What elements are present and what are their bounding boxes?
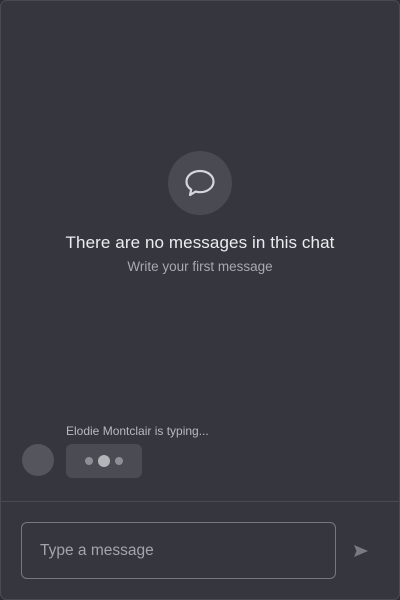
- chat-window: There are no messages in this chat Write…: [0, 0, 400, 600]
- chat-bubble-icon: [168, 151, 232, 215]
- send-button[interactable]: [346, 538, 376, 564]
- typing-dot: [85, 457, 93, 465]
- avatar: [22, 444, 54, 476]
- typing-dot: [115, 457, 123, 465]
- chat-bubble-icon-glyph: [185, 169, 215, 197]
- empty-state-subtitle: Write your first message: [127, 259, 273, 274]
- send-icon: [354, 545, 368, 557]
- messages-area: There are no messages in this chat Write…: [1, 1, 399, 501]
- empty-state: There are no messages in this chat Write…: [1, 151, 399, 274]
- empty-state-title: There are no messages in this chat: [65, 233, 335, 252]
- typing-dot: [98, 455, 110, 467]
- message-composer: [1, 502, 399, 599]
- typing-indicator: Elodie Montclair is typing...: [22, 423, 382, 483]
- typing-bubble: [66, 444, 142, 478]
- message-input[interactable]: [21, 522, 336, 579]
- typing-indicator-label: Elodie Montclair is typing...: [66, 424, 209, 438]
